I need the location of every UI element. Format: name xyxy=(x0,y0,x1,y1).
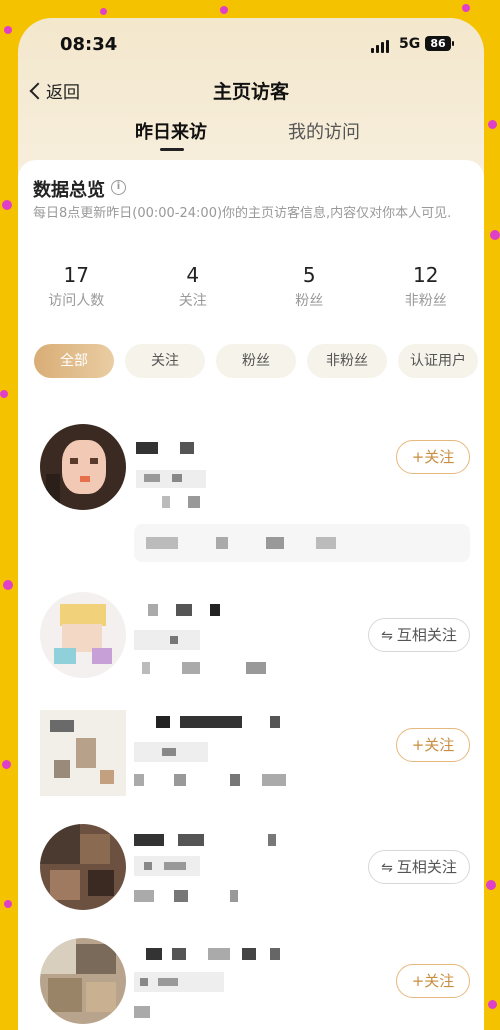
decorative-dot xyxy=(490,230,500,240)
follow-button[interactable]: +关注 xyxy=(396,964,470,998)
follow-label: +关注 xyxy=(411,736,455,754)
follow-button[interactable]: +关注 xyxy=(396,728,470,762)
status-bar: 08:34 5G 86 xyxy=(18,18,484,72)
decorative-dot xyxy=(0,390,8,398)
stat-label: 访问人数 xyxy=(48,293,105,309)
list-item[interactable]: ⇋ 互相关注 xyxy=(18,582,484,692)
decorative-dot xyxy=(4,26,12,34)
redacted-username xyxy=(146,948,286,960)
tab-my-visits[interactable]: 我的访问 xyxy=(288,118,360,144)
overview-description: 每日8点更新昨日(00:00-24:00)你的主页访客信息,内容仅对你本人可见. xyxy=(33,206,452,221)
visitor-list: 全部 关注 粉丝 非粉丝 认证用户 +关注 ⇋ 互相关注 +关注 ⇋ 互相关注 … xyxy=(18,332,484,1030)
stat-fans: 5 粉丝 xyxy=(251,262,368,310)
stat-value: 17 xyxy=(63,263,89,287)
stats-row: 17 访问人数 4 关注 5 粉丝 12 非粉丝 xyxy=(18,262,484,310)
overview-title: 数据总览 xyxy=(33,180,105,201)
redacted-info xyxy=(134,890,244,902)
filter-following[interactable]: 关注 xyxy=(125,344,205,378)
mutual-follow-button[interactable]: ⇋ 互相关注 xyxy=(368,618,470,652)
avatar xyxy=(40,592,126,678)
redacted-info xyxy=(158,496,218,508)
redacted-info xyxy=(134,856,200,876)
avatar xyxy=(40,824,126,910)
avatar xyxy=(40,938,126,1024)
stat-non-fans: 12 非粉丝 xyxy=(368,262,485,310)
redacted-info xyxy=(134,774,294,786)
page-title: 主页访客 xyxy=(212,81,289,103)
tab-yesterday-visits[interactable]: 昨日来访 xyxy=(135,118,207,144)
stat-label: 非粉丝 xyxy=(404,293,447,309)
filter-all[interactable]: 全部 xyxy=(34,344,114,378)
mutual-follow-label: 互相关注 xyxy=(396,626,457,644)
redacted-info xyxy=(136,470,206,488)
filter-chips: 全部 关注 粉丝 非粉丝 认证用户 xyxy=(34,344,478,378)
list-item[interactable]: +关注 xyxy=(18,702,484,812)
status-time: 08:34 xyxy=(60,34,118,55)
network-label: 5G xyxy=(399,36,421,52)
stat-value: 4 xyxy=(186,263,200,287)
decorative-dot xyxy=(486,880,496,890)
follow-button[interactable]: +关注 xyxy=(396,440,470,474)
redacted-username xyxy=(148,604,238,616)
decorative-dot xyxy=(3,580,13,590)
list-item[interactable]: +关注 xyxy=(18,412,484,562)
stat-label: 粉丝 xyxy=(295,293,324,309)
swap-icon: ⇋ xyxy=(381,628,393,644)
signal-icon xyxy=(371,40,389,53)
avatar xyxy=(40,424,126,510)
redacted-comment xyxy=(134,524,470,562)
stat-visitors: 17 访问人数 xyxy=(18,262,135,310)
overview-card: 数据总览 i 每日8点更新昨日(00:00-24:00)你的主页访客信息,内容仅… xyxy=(18,160,484,340)
redacted-info xyxy=(142,662,272,674)
filter-verified[interactable]: 认证用户 xyxy=(398,344,478,378)
battery-tip xyxy=(452,41,454,46)
stat-value: 5 xyxy=(302,263,316,287)
navigation-bar: 返回 主页访客 xyxy=(18,72,484,112)
decorative-dot xyxy=(2,200,12,210)
stat-following: 4 关注 xyxy=(135,262,252,310)
redacted-info xyxy=(134,972,224,992)
decorative-dot xyxy=(462,4,470,12)
avatar xyxy=(40,710,126,796)
decorative-dot xyxy=(4,900,12,908)
redacted-username xyxy=(134,834,284,846)
decorative-dot xyxy=(488,120,497,129)
stat-label: 关注 xyxy=(178,293,207,309)
battery-icon: 86 xyxy=(425,36,451,51)
decorative-dot xyxy=(220,6,228,14)
decorative-dot xyxy=(488,1000,497,1009)
redacted-username xyxy=(136,442,216,454)
list-item[interactable]: +关注 xyxy=(18,932,484,1030)
follow-label: +关注 xyxy=(411,972,455,990)
redacted-info xyxy=(134,630,200,650)
decorative-dot xyxy=(2,760,11,769)
follow-label: +关注 xyxy=(411,448,455,466)
mutual-follow-label: 互相关注 xyxy=(396,858,457,876)
swap-icon: ⇋ xyxy=(381,860,393,876)
phone-screen: 08:34 5G 86 返回 主页访客 昨日来访 我的访问 数据总览 i 每日8… xyxy=(18,18,484,1030)
mutual-follow-button[interactable]: ⇋ 互相关注 xyxy=(368,850,470,884)
redacted-info xyxy=(134,1006,174,1018)
redacted-info xyxy=(134,742,208,762)
filter-fans[interactable]: 粉丝 xyxy=(216,344,296,378)
tab-bar: 昨日来访 我的访问 xyxy=(18,112,484,160)
list-item[interactable]: ⇋ 互相关注 xyxy=(18,816,484,928)
info-icon[interactable]: i xyxy=(111,180,126,195)
decorative-dot xyxy=(100,8,107,15)
filter-non-fans[interactable]: 非粉丝 xyxy=(307,344,387,378)
stat-value: 12 xyxy=(413,263,439,287)
redacted-username xyxy=(156,716,286,728)
tab-indicator xyxy=(160,148,184,151)
